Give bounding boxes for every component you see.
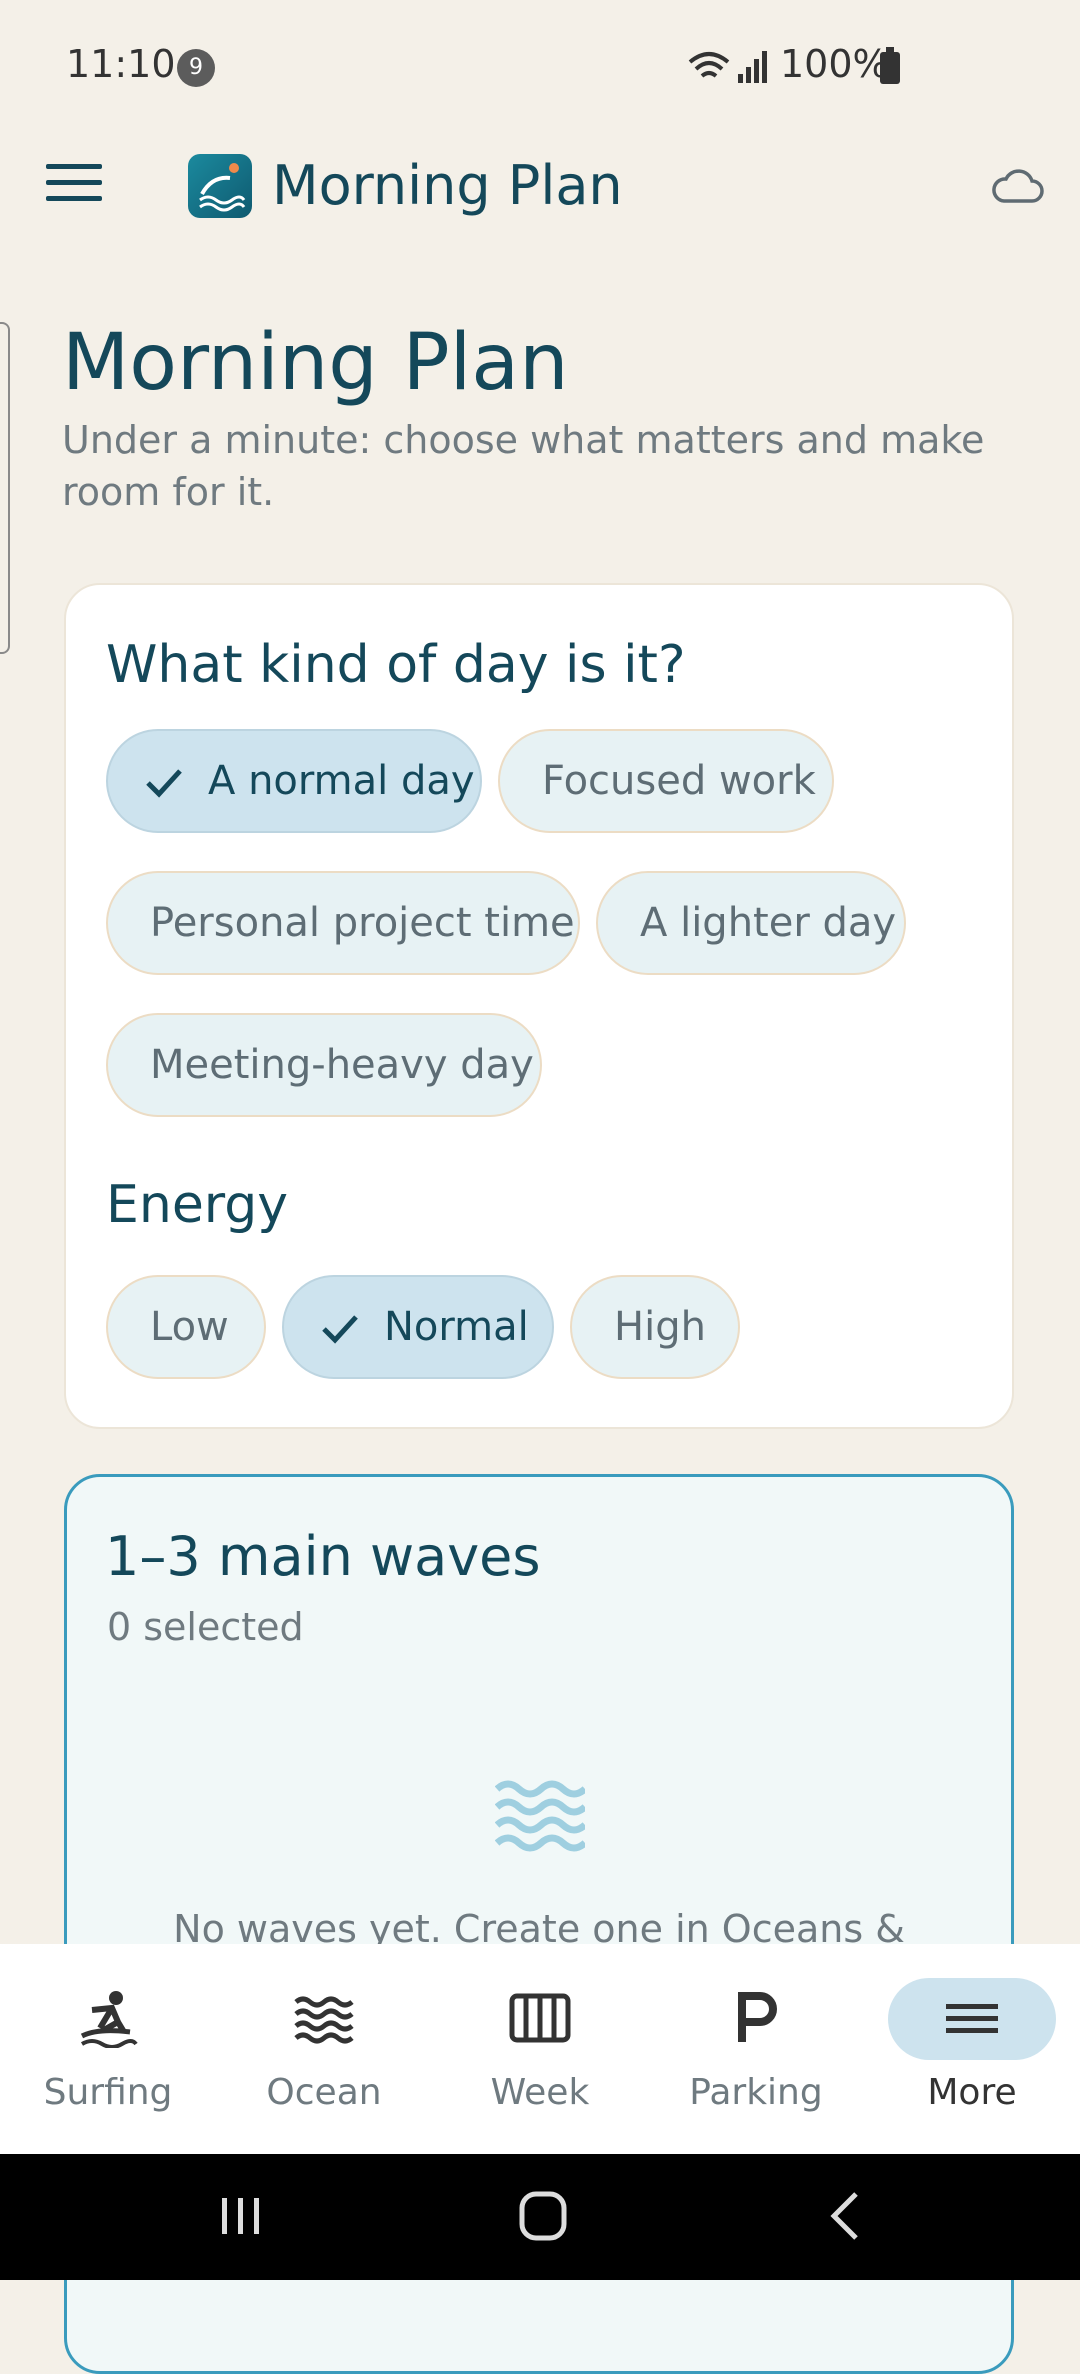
back-icon[interactable] <box>826 2190 866 2242</box>
menu-icon <box>946 2004 998 2033</box>
chip-label: Focused work <box>542 758 816 804</box>
nav-label: Week <box>490 2072 590 2113</box>
nav-parking[interactable]: Parking <box>648 1944 864 2154</box>
surfer-icon <box>80 1991 138 2048</box>
chip-personal-project[interactable]: Personal project time <box>106 871 580 975</box>
wifi-icon <box>688 52 730 78</box>
notification-count-badge: 9 <box>177 49 215 87</box>
status-bar: 11:10 9 100% <box>0 0 1080 134</box>
parking-icon <box>738 1992 777 2042</box>
bottom-nav: Surfing Ocean Week Parking More <box>0 1944 1080 2154</box>
chip-label: Personal project time <box>150 900 575 946</box>
day-type-heading: What kind of day is it? <box>106 635 686 695</box>
chip-label: Low <box>150 1304 229 1350</box>
calendar-week-icon <box>509 1993 571 2043</box>
recent-apps-icon[interactable] <box>216 2192 266 2240</box>
day-type-card: What kind of day is it? A normal day Foc… <box>64 583 1014 1429</box>
nav-week[interactable]: Week <box>432 1944 648 2154</box>
energy-heading: Energy <box>106 1175 289 1235</box>
chip-focused-work[interactable]: Focused work <box>498 729 834 833</box>
status-time: 11:10 <box>66 42 176 86</box>
page-title: Morning Plan <box>62 318 569 408</box>
system-nav-bar <box>0 2154 1080 2280</box>
nav-surfing[interactable]: Surfing <box>0 1944 216 2154</box>
cloud-sync-icon[interactable] <box>990 168 1044 204</box>
signal-icon <box>738 51 767 83</box>
chip-lighter-day[interactable]: A lighter day <box>596 871 906 975</box>
chip-label: Normal <box>384 1304 529 1350</box>
app-logo <box>188 154 252 218</box>
selected-count: 0 selected <box>107 1605 304 1649</box>
main-waves-title: 1–3 main waves <box>105 1525 541 1588</box>
chip-label: A normal day <box>208 758 475 804</box>
ocean-icon <box>294 1996 354 2044</box>
chip-label: A lighter day <box>640 900 897 946</box>
nav-label: Surfing <box>43 2072 173 2113</box>
chip-label: Meeting-heavy day <box>150 1042 534 1088</box>
nav-more[interactable]: More <box>864 1944 1080 2154</box>
chip-energy-normal[interactable]: Normal <box>282 1275 554 1379</box>
battery-icon <box>880 47 900 84</box>
side-drawer-handle[interactable] <box>0 322 10 654</box>
page-subtitle: Under a minute: choose what matters and … <box>62 418 985 514</box>
nav-label: More <box>927 2072 1017 2113</box>
battery-percent: 100% <box>780 42 889 86</box>
home-icon[interactable] <box>518 2190 568 2242</box>
app-title: Morning Plan <box>272 154 623 217</box>
chip-normal-day[interactable]: A normal day <box>106 729 482 833</box>
nav-label: Parking <box>689 2072 823 2113</box>
app-bar: Morning Plan <box>0 134 1080 238</box>
menu-icon[interactable] <box>46 164 102 208</box>
waves-icon <box>495 1780 585 1852</box>
nav-label: Ocean <box>266 2072 382 2113</box>
nav-ocean[interactable]: Ocean <box>216 1944 432 2154</box>
chip-energy-low[interactable]: Low <box>106 1275 266 1379</box>
chip-energy-high[interactable]: High <box>570 1275 740 1379</box>
chip-label: High <box>614 1304 706 1350</box>
chip-meeting-heavy[interactable]: Meeting-heavy day <box>106 1013 542 1117</box>
